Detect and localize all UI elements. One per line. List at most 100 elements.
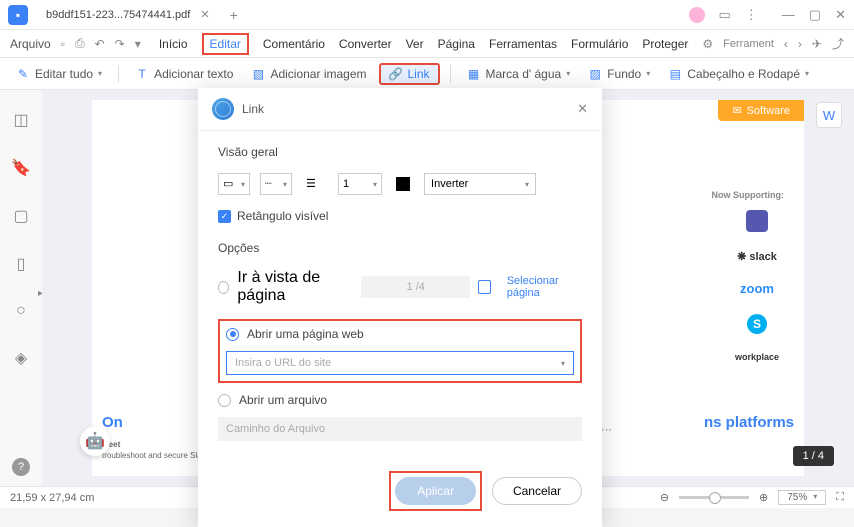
- link-icon: 🔗: [389, 67, 403, 81]
- browse-icon[interactable]: ⋯: [601, 423, 612, 436]
- menu-proteger[interactable]: Proteger: [642, 37, 688, 51]
- zoom-in-icon[interactable]: ⊕: [759, 491, 768, 504]
- undo-icon[interactable]: ↶: [95, 37, 105, 51]
- header-footer-button[interactable]: ▤ Cabeçalho e Rodapé ▾: [662, 64, 815, 84]
- settings-icon[interactable]: ⚙: [702, 37, 713, 51]
- user-avatar[interactable]: [689, 7, 705, 23]
- layers-icon[interactable]: ◈: [15, 348, 27, 368]
- cancel-button[interactable]: Cancelar: [492, 477, 582, 505]
- new-tab-button[interactable]: +: [230, 7, 238, 23]
- teams-logo: [746, 210, 768, 232]
- globe-icon: [212, 98, 234, 120]
- dialog-close-icon[interactable]: ✕: [577, 101, 588, 117]
- select-page-link[interactable]: Selecionar página: [507, 275, 582, 299]
- goto-page-radio[interactable]: [218, 281, 229, 294]
- open-web-label: Abrir uma página web: [247, 327, 364, 341]
- menu-file[interactable]: Arquivo: [10, 37, 51, 51]
- separator: [118, 65, 119, 83]
- doc-heading-right: ns platforms: [704, 414, 794, 431]
- menu-ver[interactable]: Ver: [406, 37, 424, 51]
- document-tab[interactable]: b9ddf151-223...75474441.pdf ✕: [36, 3, 220, 27]
- minimize-icon[interactable]: —: [782, 7, 795, 23]
- chevron-down-icon: ▾: [805, 69, 809, 78]
- dash-style-select[interactable]: ┈▾: [260, 173, 292, 195]
- invert-select[interactable]: Inverter▾: [424, 173, 536, 195]
- fullscreen-icon[interactable]: ⛶: [836, 491, 844, 504]
- bookmark-icon[interactable]: 🔖: [11, 158, 31, 178]
- watermark-button[interactable]: ▦ Marca d' água ▾: [461, 64, 577, 84]
- header-footer-icon: ▤: [668, 67, 682, 81]
- word-export-icon[interactable]: W: [816, 102, 842, 128]
- share-icon[interactable]: ⤴: [832, 35, 844, 52]
- pencil-icon: ✎: [16, 67, 30, 81]
- open-web-radio[interactable]: [226, 328, 239, 341]
- add-text-button[interactable]: T Adicionar texto: [129, 64, 239, 84]
- send-icon[interactable]: ✈: [812, 37, 822, 51]
- comment-icon[interactable]: ▢: [13, 206, 28, 226]
- close-tab-icon[interactable]: ✕: [200, 8, 209, 21]
- file-path-input[interactable]: Caminho do Arquivo ⋯: [218, 417, 582, 441]
- thumbnails-icon[interactable]: ◫: [13, 110, 28, 130]
- nav-right-icon[interactable]: ›: [798, 37, 802, 51]
- slack-logo: ❋ slack: [737, 250, 777, 263]
- menu-formulario[interactable]: Formulário: [571, 37, 628, 51]
- attachment-icon[interactable]: ▯: [17, 254, 26, 274]
- menu-inicio[interactable]: Início: [159, 37, 188, 51]
- open-file-radio[interactable]: [218, 394, 231, 407]
- visible-rect-checkbox[interactable]: ✓: [218, 210, 231, 223]
- app-icon: ▪: [8, 5, 28, 25]
- chevron-down-icon: ▾: [561, 359, 565, 368]
- dropdown-icon[interactable]: ▾: [135, 37, 141, 51]
- chat-icon[interactable]: ▭: [719, 7, 731, 23]
- add-image-button[interactable]: ▧ Adicionar imagem: [245, 64, 372, 84]
- select-page-icon[interactable]: [478, 280, 490, 294]
- image-icon: ▧: [251, 67, 265, 81]
- overview-heading: Visão geral: [218, 145, 582, 159]
- dialog-title: Link: [242, 102, 264, 116]
- tab-filename: b9ddf151-223...75474441.pdf: [46, 9, 190, 21]
- redo-icon[interactable]: ↷: [115, 37, 125, 51]
- thickness-select[interactable]: ☰: [302, 173, 328, 195]
- menu-overflow[interactable]: Ferrament: [723, 38, 774, 50]
- maximize-icon[interactable]: ▢: [809, 7, 821, 23]
- zoom-slider[interactable]: [679, 496, 749, 499]
- line-width-input[interactable]: 1▾: [338, 173, 382, 195]
- apply-button[interactable]: Aplicar: [395, 477, 476, 505]
- menu-pagina[interactable]: Página: [438, 37, 475, 51]
- page-dimensions: 21,59 x 27,94 cm: [10, 492, 94, 504]
- text-icon: T: [135, 67, 149, 81]
- color-picker[interactable]: [392, 173, 414, 195]
- supporting-label: Now Supporting:: [712, 190, 784, 200]
- menu-ferramentas[interactable]: Ferramentas: [489, 37, 557, 51]
- options-heading: Opções: [218, 241, 582, 255]
- badge-icon: ✉: [732, 104, 741, 117]
- search-icon[interactable]: ○: [16, 302, 26, 320]
- zoom-logo: zoom: [740, 281, 774, 296]
- watermark-icon: ▦: [467, 67, 481, 81]
- url-input[interactable]: Insira o URL do site ▾: [226, 351, 574, 375]
- software-badge: ✉ Software: [718, 100, 804, 121]
- save-icon[interactable]: ▫: [61, 37, 65, 51]
- page-indicator: 1 / 4: [793, 446, 834, 466]
- background-icon: ▨: [588, 67, 602, 81]
- zoom-out-icon[interactable]: ⊖: [660, 491, 669, 504]
- more-icon[interactable]: ⋮: [745, 7, 758, 23]
- background-button[interactable]: ▨ Fundo ▾: [582, 64, 656, 84]
- print-icon[interactable]: ⎙: [75, 36, 85, 51]
- visible-rect-label: Retângulo visível: [237, 209, 328, 223]
- chevron-down-icon: ▾: [566, 69, 570, 78]
- help-icon[interactable]: ?: [12, 458, 30, 476]
- zoom-level[interactable]: 75%▾: [778, 490, 826, 505]
- page-number-input[interactable]: 1 /4: [361, 276, 470, 298]
- menu-comentario[interactable]: Comentário: [263, 37, 325, 51]
- close-window-icon[interactable]: ✕: [835, 7, 846, 23]
- chat-assistant-icon[interactable]: 🤖: [80, 426, 110, 456]
- edit-all-button[interactable]: ✎ Editar tudo ▾: [10, 64, 108, 84]
- chevron-down-icon: ▾: [646, 69, 650, 78]
- goto-page-label: Ir à vista de página: [237, 269, 353, 305]
- nav-left-icon[interactable]: ‹: [784, 37, 788, 51]
- menu-editar[interactable]: Editar: [202, 33, 249, 55]
- link-button[interactable]: 🔗 Link: [379, 63, 440, 85]
- line-style-select[interactable]: ▭▾: [218, 173, 250, 195]
- menu-converter[interactable]: Converter: [339, 37, 392, 51]
